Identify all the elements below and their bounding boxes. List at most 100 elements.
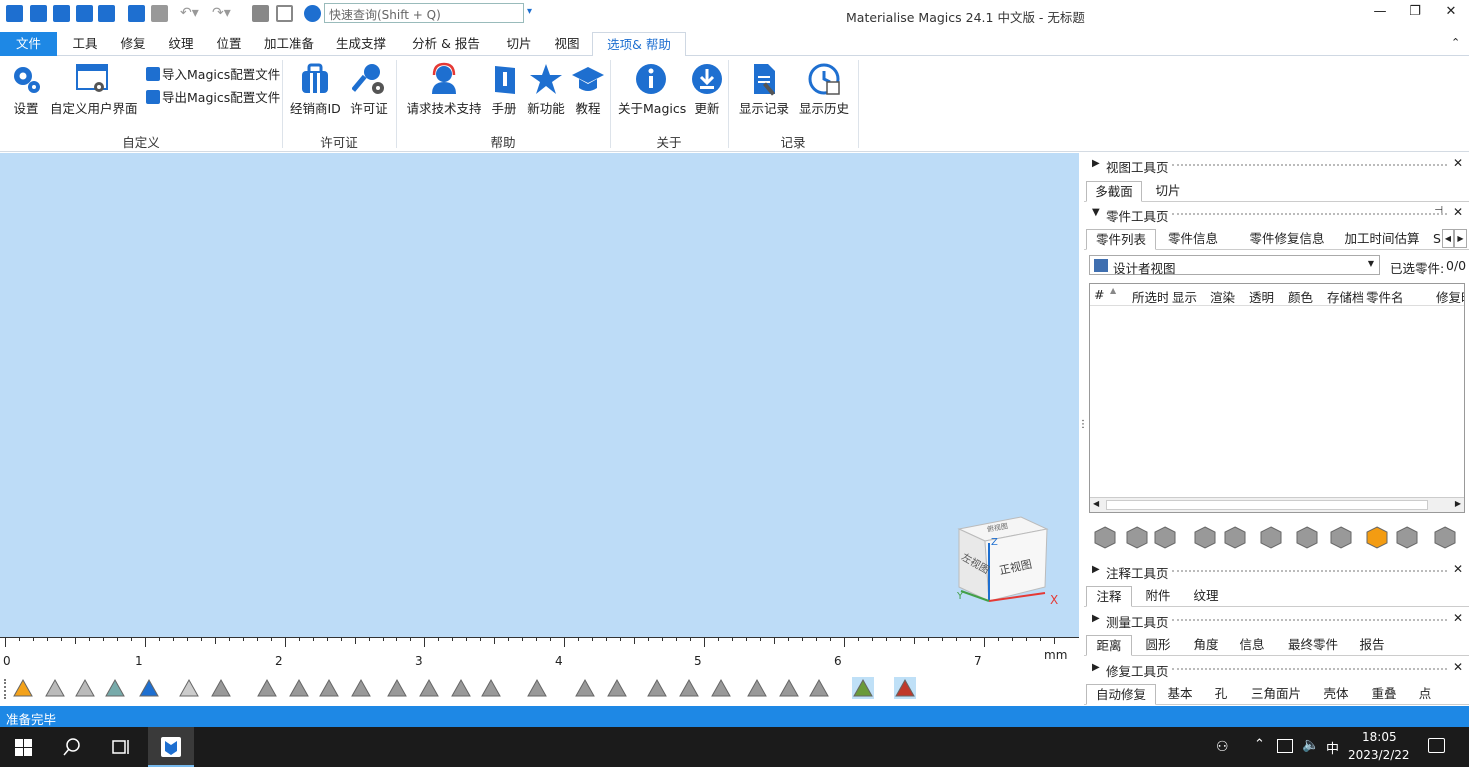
brush-icon[interactable] [450,677,472,699]
tri-grow-icon[interactable] [574,677,596,699]
tab-basic[interactable]: 基本 [1160,684,1200,705]
color-triangle-icon[interactable] [852,677,874,699]
color-triangle-red-icon[interactable] [894,677,916,699]
view-tools-header[interactable]: ▶ 视图工具页 ✕ [1084,155,1469,175]
tab-texture[interactable]: 纹理 [1184,586,1228,607]
redo-icon[interactable]: ↷▾ [212,5,231,21]
notification-icon[interactable] [1428,738,1445,753]
support-button[interactable]: 请求技术支持 [404,62,484,117]
column-header[interactable]: 显示 [1172,287,1197,306]
select-plane-icon[interactable] [288,677,310,699]
tray-expand-icon[interactable]: ⌃ [1254,737,1265,752]
ime-indicator[interactable]: 中 [1326,738,1339,757]
tab-circle[interactable]: 圆形 [1136,635,1180,656]
settings-button[interactable]: 设置 [6,62,46,117]
part-select-all-icon[interactable] [1153,525,1177,549]
annotation-tools-header[interactable]: ▶ 注释工具页 ✕ [1084,561,1469,581]
box-select-icon[interactable] [386,677,408,699]
magics-logo-icon[interactable] [6,5,23,22]
settings-gear-icon[interactable] [304,5,321,22]
magics-taskbar-button[interactable] [148,727,194,767]
import-config-button[interactable]: 导入Magics配置文件 [146,64,280,83]
reseller-id-button[interactable]: 经销商ID [290,62,341,117]
quick-search-input[interactable]: 快速查询(Shift + Q) [324,3,524,23]
show-history-button[interactable]: 显示历史 [796,62,852,117]
tab-overlap[interactable]: 重叠 [1362,684,1406,705]
horizontal-scrollbar[interactable]: ◀ ▶ [1090,497,1464,512]
tab-support[interactable]: 生成支撑 [328,32,394,56]
collapse-ribbon-icon[interactable]: ⌃ [1451,36,1460,49]
tab-auto-repair[interactable]: 自动修复 [1086,684,1156,705]
view-cube[interactable]: 俯视图 左视图 正视图 Z Y X [955,515,1058,607]
export-config-button[interactable]: 导出Magics配置文件 [146,87,280,106]
tab-final-part[interactable]: 最终零件 [1280,635,1346,656]
part-merge-icon[interactable] [1295,525,1319,549]
save-as-icon[interactable] [98,5,115,22]
tab-part-list[interactable]: 零件列表 [1086,229,1156,250]
unmark-icon[interactable] [746,677,768,699]
column-header[interactable]: 透明 [1249,287,1274,306]
select-triangle-icon[interactable] [256,677,278,699]
lasso-icon[interactable] [418,677,440,699]
tab-multi-section[interactable]: 多截面 [1086,181,1142,202]
tab-points[interactable]: 点 [1410,684,1440,705]
close-icon[interactable]: ✕ [1453,156,1463,170]
column-header[interactable]: 颜色 [1288,287,1313,306]
mark-invert-icon[interactable] [646,677,668,699]
column-header[interactable]: 修复时 [1436,287,1464,306]
tab-build-time[interactable]: 加工时间估算 [1330,229,1434,250]
column-header[interactable]: 所选时 [1132,287,1168,306]
tab-analysis[interactable]: 分析 & 报告 [404,32,488,56]
part-list-table[interactable]: # ▲ 所选时 显示 渲染 透明 颜色 存储档 零件名 修复时 ◀ ▶ [1089,283,1465,513]
close-icon[interactable]: ✕ [1453,205,1463,219]
tab-position[interactable]: 位置 [206,32,252,56]
close-icon[interactable]: ✕ [1453,611,1463,625]
view-cube-icon[interactable] [138,677,160,699]
task-view-icon[interactable] [110,738,130,756]
pan-icon[interactable] [74,677,96,699]
clock-date[interactable]: 2023/2/22 [1348,748,1410,762]
tab-report[interactable]: 报告 [1350,635,1394,656]
new-file-icon[interactable] [30,5,47,22]
mark-copy-icon[interactable] [678,677,700,699]
new-features-button[interactable]: 新功能 [526,62,566,117]
scroll-left-icon[interactable]: ◀ [1093,499,1099,508]
panel-splitter-handle[interactable]: ⋮ [1078,419,1088,430]
clock-time[interactable]: 18:05 [1362,730,1397,744]
windows-start-icon[interactable] [15,739,32,756]
update-button[interactable]: 更新 [690,62,724,117]
open-file-icon[interactable] [53,5,70,22]
qat-dropdown-icon[interactable]: ▾ [527,6,532,17]
volume-icon[interactable]: 🔈 [1302,737,1319,753]
part-tools-header[interactable]: ▼ 零件工具页 ⊣ ✕ [1084,204,1469,224]
tab-scroll-left[interactable]: ◀ [1442,229,1454,248]
tab-slice[interactable]: 切片 [496,32,542,56]
close-icon[interactable]: ✕ [1453,660,1463,674]
tab-hole[interactable]: 孔 [1206,684,1236,705]
network-icon[interactable] [1277,739,1293,753]
hide-icon[interactable] [808,677,830,699]
custom-ui-button[interactable]: 自定义用户界面 [50,62,138,117]
cube-outline-icon[interactable] [276,5,293,22]
part-delete-icon[interactable] [1259,525,1283,549]
manual-button[interactable]: 手册 [488,62,520,117]
box-view-icon[interactable] [178,677,200,699]
close-button[interactable]: ✕ [1441,4,1461,19]
tab-triangles[interactable]: 三角面片 [1244,684,1308,705]
visible-icon[interactable] [778,677,800,699]
part-box-icon[interactable] [1193,525,1217,549]
people-icon[interactable]: ⚇ [1216,739,1229,755]
part-lock-icon[interactable] [1395,525,1419,549]
tri-shrink-icon[interactable] [606,677,628,699]
tab-part-repair-info[interactable]: 零件修复信息 [1232,229,1342,250]
part-copy-icon[interactable] [1223,525,1247,549]
about-button[interactable]: 关于Magics [618,62,686,117]
zoom-icon[interactable] [12,677,34,699]
column-header[interactable]: 渲染 [1210,287,1235,306]
tab-info[interactable]: 信息 [1230,635,1274,656]
shaded-box-icon[interactable] [210,677,232,699]
search-icon[interactable] [62,737,82,757]
tab-s[interactable]: S [1432,229,1442,250]
mark-clear-icon[interactable] [710,677,732,699]
select-shell-icon[interactable] [350,677,372,699]
